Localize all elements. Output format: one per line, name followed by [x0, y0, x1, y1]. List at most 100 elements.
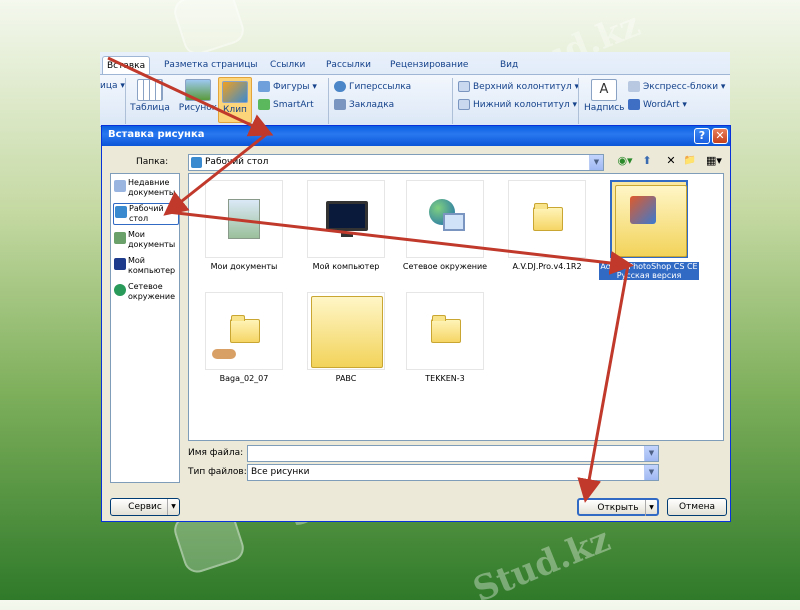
place-label: Рабочий стол	[129, 204, 164, 223]
tab-mailings[interactable]: Рассылки	[322, 56, 375, 74]
thumbnail	[508, 180, 586, 258]
shapes-button[interactable]: Фигуры ▾	[258, 81, 317, 92]
file-item-baga[interactable]: Baga_02_07	[194, 292, 294, 383]
file-name: Мои документы	[210, 262, 278, 271]
file-item-my-computer[interactable]: Мой компьютер	[296, 180, 396, 271]
place-network[interactable]: Сетевое окружение	[113, 282, 179, 302]
tab-review[interactable]: Рецензирование	[386, 56, 472, 74]
dialog-titlebar[interactable]: Вставка рисунка ? ✕	[102, 126, 730, 146]
file-item-my-documents[interactable]: Мои документы	[194, 180, 294, 271]
file-item-pabc[interactable]: PABC	[296, 292, 396, 383]
ribbon-body: ица ▾ Таблица Рисунок Клип Фигуры ▾ Smar…	[100, 74, 730, 126]
bookmark-button[interactable]: Закладка	[334, 99, 394, 110]
file-name: Сетевое окружение	[402, 262, 488, 271]
service-button[interactable]: Сервис ▼	[110, 498, 180, 516]
quick-parts-label: Экспресс-блоки ▾	[643, 81, 726, 92]
delete-icon[interactable]: ✕	[664, 154, 678, 168]
hyperlink-button[interactable]: Гиперссылка	[334, 81, 411, 92]
folder-icon	[311, 296, 383, 368]
place-label: Мои документы	[128, 230, 176, 249]
table-icon	[137, 79, 163, 101]
cancel-button-label: Отмена	[678, 502, 716, 512]
chevron-down-icon[interactable]: ▼	[645, 500, 657, 516]
places-bar: Недавние документы Рабочий стол Мои доку…	[110, 173, 180, 483]
place-recent-documents[interactable]: Недавние документы	[113, 178, 179, 198]
picture-button-label: Рисунок	[178, 103, 218, 113]
open-button[interactable]: Открыть ▼	[577, 498, 659, 516]
tab-view[interactable]: Вид	[496, 56, 522, 74]
open-button-label: Открыть	[597, 503, 639, 513]
chevron-down-icon[interactable]: ▼	[644, 446, 658, 461]
file-item-photoshop[interactable]: Adobe PhotoShop CS CE Русская версия	[599, 180, 699, 280]
file-name: A.V.DJ.Pro.v4.1R2	[512, 262, 582, 271]
chevron-down-icon[interactable]: ▼	[644, 465, 658, 480]
header-icon	[458, 81, 470, 92]
watermark-logo	[170, 0, 248, 59]
tab-references[interactable]: Ссылки	[266, 56, 309, 74]
views-icon[interactable]: ▦▾	[702, 154, 726, 168]
footer-icon	[458, 99, 470, 110]
place-my-computer[interactable]: Мой компьютер	[113, 256, 179, 276]
tab-insert[interactable]: Вставка	[102, 56, 151, 74]
chevron-down-icon[interactable]: ▼	[167, 499, 179, 515]
wordart-label: WordArt ▾	[643, 99, 687, 110]
file-item-network[interactable]: Сетевое окружение	[395, 180, 495, 271]
ribbon-separator	[578, 78, 579, 124]
new-folder-icon[interactable]: 📁	[682, 154, 698, 168]
my-computer-icon	[114, 258, 126, 270]
smartart-button[interactable]: SmartArt	[258, 99, 314, 110]
thumbnail	[307, 292, 385, 370]
place-desktop[interactable]: Рабочий стол	[113, 203, 179, 225]
cancel-button[interactable]: Отмена	[667, 498, 727, 516]
thumbnail	[205, 292, 283, 370]
filename-combobox[interactable]: ▼	[247, 445, 659, 462]
folder-icon	[533, 203, 563, 231]
bookmark-label: Закладка	[349, 99, 395, 110]
ribbon-separator	[452, 78, 453, 124]
quick-parts-button[interactable]: Экспресс-блоки ▾	[628, 81, 725, 92]
file-name: Adobe PhotoShop CS CE Русская версия	[599, 262, 699, 280]
close-button[interactable]: ✕	[712, 128, 728, 144]
file-name: Мой компьютер	[312, 262, 380, 271]
help-button[interactable]: ?	[694, 128, 710, 144]
ribbon-fragment: ица ▾	[100, 81, 125, 91]
tab-page-layout[interactable]: Разметка страницы	[160, 56, 262, 74]
table-button[interactable]: Таблица	[130, 79, 170, 113]
monitor-icon	[443, 213, 465, 231]
recent-documents-icon	[114, 180, 126, 192]
hyperlink-label: Гиперссылка	[349, 81, 412, 92]
thumbnail	[307, 180, 385, 258]
file-item-avdj[interactable]: A.V.DJ.Pro.v4.1R2	[497, 180, 597, 271]
service-button-label: Сервис	[128, 502, 162, 512]
my-documents-icon	[228, 199, 260, 239]
picture-button[interactable]: Рисунок	[178, 79, 218, 113]
shapes-label: Фигуры ▾	[273, 81, 317, 92]
my-documents-icon	[114, 232, 126, 244]
filename-label: Имя файла:	[188, 448, 244, 458]
header-label: Верхний колонтитул ▾	[473, 81, 580, 92]
back-icon[interactable]: ◉▾	[614, 154, 636, 168]
up-folder-icon[interactable]: ⬆	[640, 154, 654, 168]
filetype-combobox[interactable]: Все рисунки ▼	[247, 464, 659, 481]
clip-button[interactable]: Клип	[218, 77, 252, 123]
chevron-down-icon[interactable]: ▼	[589, 155, 603, 170]
folder-icon	[615, 185, 687, 257]
ribbon-separator	[328, 78, 329, 124]
wordart-button[interactable]: WordArt ▾	[628, 99, 687, 110]
footer-button[interactable]: Нижний колонтитул ▾	[458, 99, 577, 110]
place-my-documents[interactable]: Мои документы	[113, 230, 179, 250]
textbox-button[interactable]: A Надпись	[584, 79, 625, 113]
smartart-icon	[258, 99, 270, 110]
shared-hand-icon	[212, 349, 236, 359]
file-name: Baga_02_07	[219, 374, 269, 383]
thumbnail	[406, 180, 484, 258]
folder-icon	[230, 315, 260, 343]
file-name: TEKKEN-3	[425, 374, 465, 383]
my-computer-icon	[326, 201, 368, 231]
folder-combobox[interactable]: Рабочий стол ▼	[188, 154, 604, 171]
file-item-tekken[interactable]: TEKKEN-3	[395, 292, 495, 383]
place-label: Недавние документы	[128, 178, 176, 197]
word-ribbon: Вставка Разметка страницы Ссылки Рассылк…	[100, 52, 730, 127]
header-button[interactable]: Верхний колонтитул ▾	[458, 81, 579, 92]
folder-icon	[431, 315, 461, 343]
